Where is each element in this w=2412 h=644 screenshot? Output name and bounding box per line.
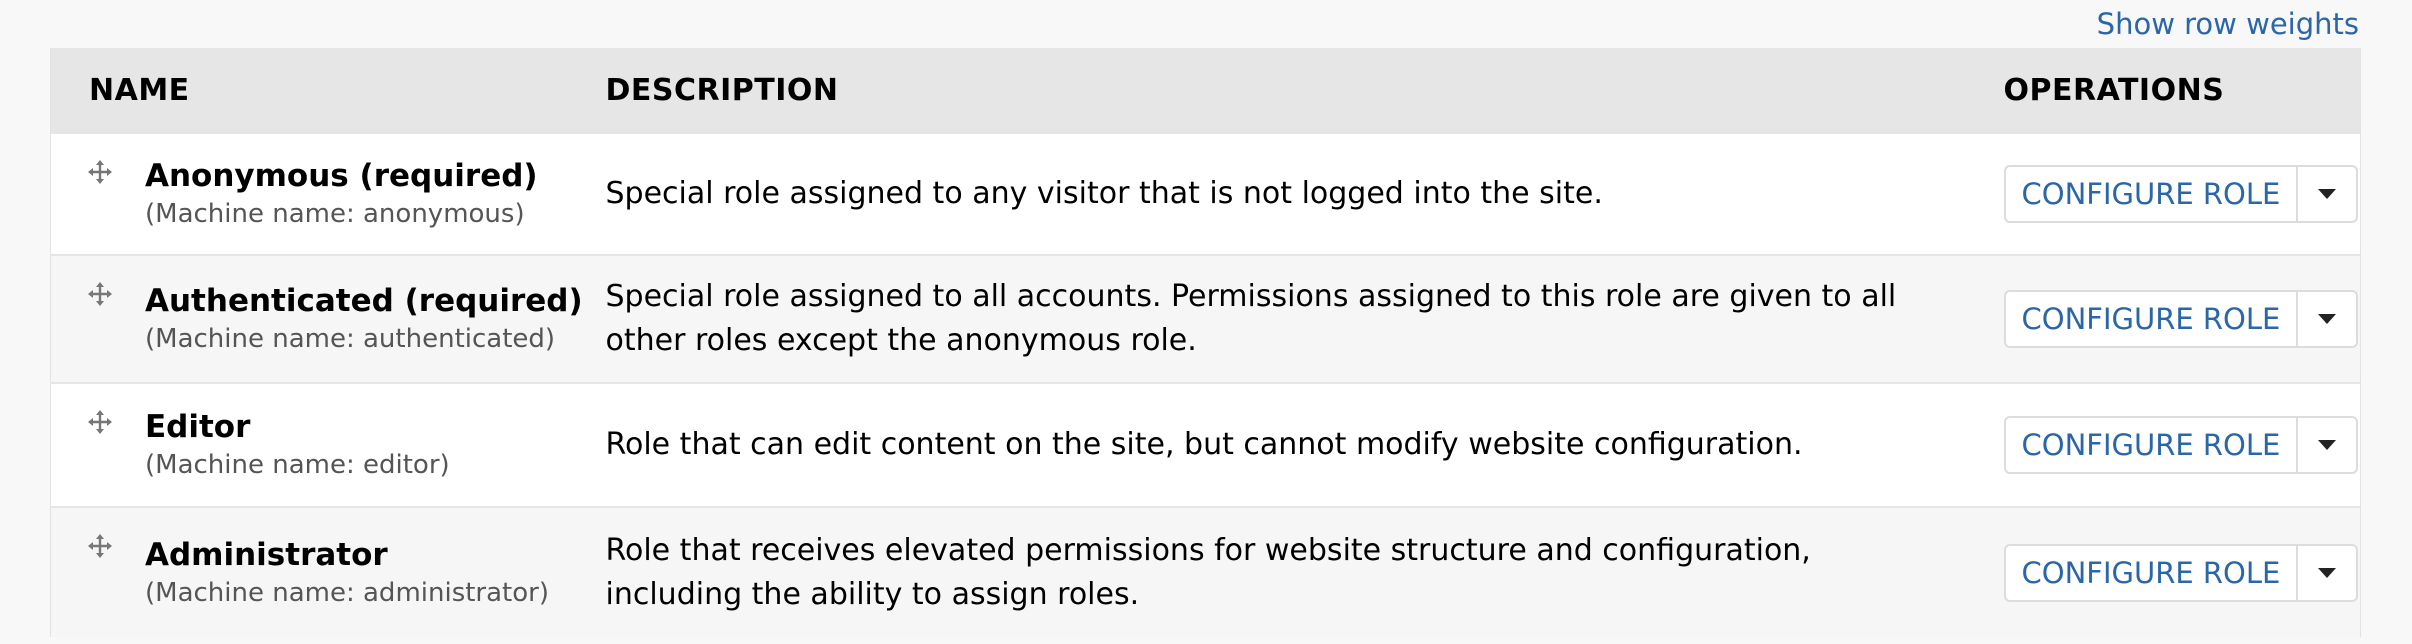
- machine-name: (Machine name: authenticated): [145, 324, 556, 354]
- configure-role-button[interactable]: CONFIGURE ROLE: [2006, 167, 2297, 221]
- table-row: Authenticated (required) (Machine name: …: [50, 255, 2361, 383]
- role-label: Administrator: [145, 536, 388, 573]
- configure-role-dropbutton: CONFIGURE ROLE: [2003, 290, 2359, 348]
- roles-page: Show row weights NAME DESCRIPTION OPERAT…: [0, 0, 2412, 644]
- role-description: Special role assigned to all accounts. P…: [605, 279, 1897, 358]
- configure-role-dropbutton: CONFIGURE ROLE: [2003, 165, 2359, 223]
- role-description: Special role assigned to any visitor tha…: [605, 176, 1603, 211]
- role-description: Role that receives elevated permissions …: [605, 532, 1811, 612]
- operations-cell: CONFIGURE ROLE: [2003, 383, 2361, 507]
- table-row: Anonymous (required) (Machine name: anon…: [50, 133, 2361, 255]
- dropbutton-toggle[interactable]: [2296, 167, 2356, 221]
- role-name-cell: Authenticated (required) (Machine name: …: [51, 255, 606, 383]
- dropbutton-toggle[interactable]: [2296, 545, 2356, 600]
- caret-down-icon: [2318, 314, 2337, 324]
- column-header-operations: OPERATIONS: [2003, 48, 2361, 133]
- column-header-name: NAME: [50, 48, 606, 133]
- drag-handle-icon[interactable]: [87, 159, 113, 185]
- column-header-description: DESCRIPTION: [605, 48, 2004, 133]
- table-header-row: NAME DESCRIPTION OPERATIONS: [50, 48, 2361, 133]
- drag-handle-icon[interactable]: [87, 281, 113, 307]
- configure-role-button[interactable]: CONFIGURE ROLE: [2006, 292, 2297, 346]
- role-label: Editor: [145, 409, 251, 445]
- role-name-cell: Editor (Machine name: editor): [51, 383, 606, 507]
- role-name-cell: Administrator (Machine name: administrat…: [51, 507, 606, 637]
- drag-handle-icon[interactable]: [87, 409, 113, 435]
- caret-down-icon: [2318, 440, 2337, 450]
- configure-role-button[interactable]: CONFIGURE ROLE: [2006, 546, 2297, 600]
- role-name-cell: Anonymous (required) (Machine name: anon…: [51, 133, 606, 255]
- configure-role-button[interactable]: CONFIGURE ROLE: [2006, 418, 2297, 472]
- machine-name: (Machine name: editor): [145, 450, 450, 480]
- table-row: Administrator (Machine name: administrat…: [50, 507, 2361, 637]
- table-row: Editor (Machine name: editor) Role that …: [50, 383, 2361, 507]
- dropbutton-toggle[interactable]: [2296, 292, 2356, 346]
- caret-down-icon: [2318, 567, 2337, 578]
- configure-role-dropbutton: CONFIGURE ROLE: [2003, 543, 2359, 602]
- roles-table: NAME DESCRIPTION OPERATIONS Anonymous (r…: [50, 48, 2361, 637]
- show-row-weights-link[interactable]: Show row weights: [2097, 7, 2359, 41]
- operations-cell: CONFIGURE ROLE: [2003, 507, 2361, 637]
- operations-cell: CONFIGURE ROLE: [2003, 255, 2361, 383]
- caret-down-icon: [2318, 189, 2337, 199]
- drag-handle-icon[interactable]: [87, 533, 113, 559]
- machine-name: (Machine name: anonymous): [145, 199, 525, 229]
- machine-name: (Machine name: administrator): [145, 577, 549, 608]
- role-label: Anonymous (required): [145, 158, 538, 194]
- role-description: Role that can edit content on the site, …: [605, 427, 1803, 462]
- dropbutton-toggle[interactable]: [2296, 418, 2356, 472]
- configure-role-dropbutton: CONFIGURE ROLE: [2003, 416, 2359, 474]
- role-label: Authenticated (required): [145, 283, 583, 319]
- operations-cell: CONFIGURE ROLE: [2003, 133, 2361, 255]
